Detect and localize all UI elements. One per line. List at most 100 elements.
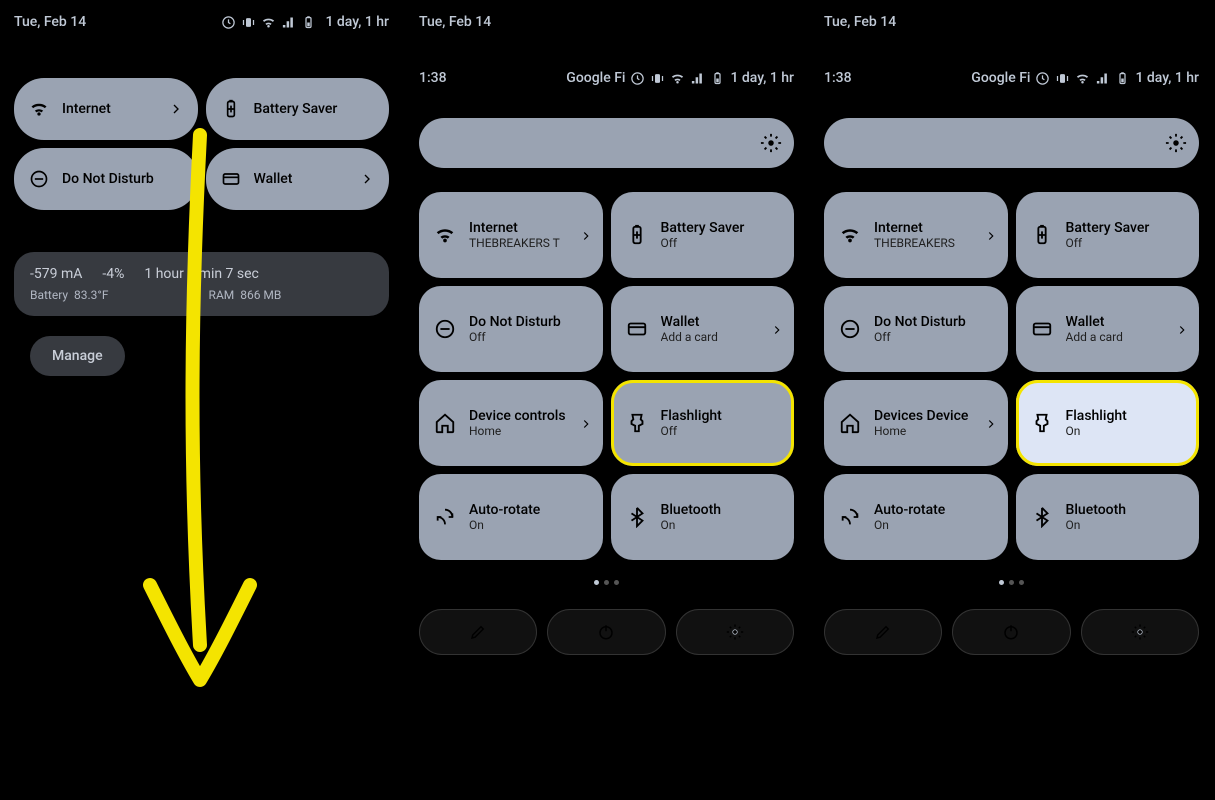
status-date: Tue, Feb 14 bbox=[419, 14, 491, 30]
manage-button[interactable]: Manage bbox=[30, 336, 125, 376]
tile-title: Wallet bbox=[661, 314, 781, 330]
bluetooth-icon bbox=[625, 505, 649, 529]
tile-sub: On bbox=[1066, 424, 1186, 438]
tile-title: Devices Device bbox=[874, 408, 994, 424]
dnd-icon bbox=[838, 317, 862, 341]
tile-label: Battery Saver bbox=[254, 101, 376, 117]
vibrate-icon bbox=[1055, 71, 1070, 86]
tile-dnd[interactable]: Do Not DisturbOff bbox=[419, 286, 603, 372]
tile-bluetooth[interactable]: BluetoothOn bbox=[611, 474, 795, 560]
battery-saver-icon bbox=[220, 98, 242, 120]
tile-flashlight[interactable]: FlashlightOn bbox=[1016, 380, 1200, 466]
tile-flashlight[interactable]: FlashlightOff bbox=[611, 380, 795, 466]
screenshot-panel-1: Tue, Feb 14 1 day, 1 hr Internet Battery… bbox=[0, 0, 405, 800]
battery-saver-icon bbox=[625, 223, 649, 247]
tile-bluetooth[interactable]: BluetoothOn bbox=[1016, 474, 1200, 560]
footer-buttons bbox=[405, 585, 808, 655]
tile-sub: THEBREAKERS T bbox=[469, 236, 589, 250]
home-icon bbox=[838, 411, 862, 435]
wifi-icon bbox=[433, 223, 457, 247]
tile-label: Internet bbox=[62, 101, 168, 117]
signal-icon bbox=[1095, 71, 1110, 86]
tile-battery-saver[interactable]: Battery SaverOff bbox=[611, 192, 795, 278]
brightness-slider[interactable] bbox=[419, 118, 794, 168]
clock-icon bbox=[221, 15, 236, 30]
settings-button[interactable] bbox=[676, 609, 794, 655]
tile-dnd[interactable]: Do Not DisturbOff bbox=[824, 286, 1008, 372]
footer-buttons bbox=[810, 585, 1213, 655]
battery-saver-icon bbox=[1030, 223, 1054, 247]
clock-icon bbox=[630, 71, 645, 86]
tile-sub: Add a card bbox=[1066, 330, 1186, 344]
autorotate-icon bbox=[838, 505, 862, 529]
tile-sub: Off bbox=[469, 330, 589, 344]
chevron-right-icon bbox=[770, 322, 784, 336]
status-date: Tue, Feb 14 bbox=[824, 14, 896, 30]
edit-button[interactable] bbox=[419, 609, 537, 655]
status-timeleft: 1 day, 1 hr bbox=[325, 14, 389, 30]
tile-auto-rotate[interactable]: Auto-rotateOn bbox=[419, 474, 603, 560]
gear-icon bbox=[1131, 623, 1149, 641]
val-pct: -4% bbox=[102, 266, 124, 282]
tile-internet[interactable]: InternetTHEBREAKERS bbox=[824, 192, 1008, 278]
status-timeleft: 1 day, 1 hr bbox=[1135, 70, 1199, 86]
tile-wallet[interactable]: WalletAdd a card bbox=[611, 286, 795, 372]
dot bbox=[1009, 580, 1014, 585]
tile-sub: On bbox=[469, 518, 589, 532]
clock-icon bbox=[1035, 71, 1050, 86]
tile-sub: Off bbox=[661, 424, 781, 438]
tile-title: Wallet bbox=[1066, 314, 1186, 330]
autorotate-icon bbox=[433, 505, 457, 529]
settings-button[interactable] bbox=[1081, 609, 1199, 655]
dot bbox=[614, 580, 619, 585]
tile-sub: Add a card bbox=[661, 330, 781, 344]
tile-sub: Home bbox=[874, 424, 994, 438]
battery-icon bbox=[1115, 71, 1130, 86]
power-button[interactable] bbox=[952, 609, 1070, 655]
carrier-name: Google Fi bbox=[566, 70, 625, 86]
tile-title: Battery Saver bbox=[661, 220, 781, 236]
brightness-slider[interactable] bbox=[824, 118, 1199, 168]
qs-grid: InternetTHEBREAKERS Battery SaverOff Do … bbox=[810, 168, 1213, 560]
tile-device-controls[interactable]: Device controlsHome bbox=[419, 380, 603, 466]
tile-sub: Off bbox=[661, 236, 781, 250]
power-icon bbox=[1002, 623, 1020, 641]
battery-icon bbox=[301, 15, 316, 30]
tile-device-controls[interactable]: Devices DeviceHome bbox=[824, 380, 1008, 466]
status-bar: Tue, Feb 14 bbox=[810, 0, 1213, 30]
home-icon bbox=[433, 411, 457, 435]
vibrate-icon bbox=[241, 15, 256, 30]
tile-auto-rotate[interactable]: Auto-rotateOn bbox=[824, 474, 1008, 560]
tile-internet[interactable]: InternetTHEBREAKERS T bbox=[419, 192, 603, 278]
screenshot-panel-2: Tue, Feb 14 1:38 Google Fi 1 day, 1 hr I… bbox=[405, 0, 810, 800]
flashlight-icon bbox=[625, 411, 649, 435]
tile-title: Internet bbox=[874, 220, 994, 236]
qs-grid: InternetTHEBREAKERS T Battery SaverOff D… bbox=[405, 168, 808, 560]
chevron-right-icon bbox=[168, 101, 184, 117]
status-timeleft: 1 day, 1 hr bbox=[730, 70, 794, 86]
status-time: 1:38 bbox=[824, 70, 852, 86]
tile-battery-saver[interactable]: Battery SaverOff bbox=[1016, 192, 1200, 278]
edit-button[interactable] bbox=[824, 609, 942, 655]
flashlight-icon bbox=[1030, 411, 1054, 435]
tile-sub: On bbox=[874, 518, 994, 532]
wifi-icon bbox=[28, 98, 50, 120]
chevron-right-icon bbox=[359, 171, 375, 187]
tile-sub: On bbox=[1066, 518, 1186, 532]
tile-wallet[interactable]: WalletAdd a card bbox=[1016, 286, 1200, 372]
dnd-icon bbox=[433, 317, 457, 341]
tile-title: Battery Saver bbox=[1066, 220, 1186, 236]
wifi-icon bbox=[670, 71, 685, 86]
dot bbox=[594, 580, 599, 585]
dot bbox=[1019, 580, 1024, 585]
power-button[interactable] bbox=[547, 609, 665, 655]
tile-title: Device controls bbox=[469, 408, 589, 424]
tile-title: Flashlight bbox=[661, 408, 781, 424]
tile-title: Auto-rotate bbox=[874, 502, 994, 518]
status-bar: Tue, Feb 14 1 day, 1 hr bbox=[0, 0, 403, 30]
tile-sub: On bbox=[661, 518, 781, 532]
wifi-icon bbox=[838, 223, 862, 247]
chevron-right-icon bbox=[984, 416, 998, 430]
tile-sub: THEBREAKERS bbox=[874, 236, 994, 250]
gear-icon bbox=[760, 132, 782, 154]
